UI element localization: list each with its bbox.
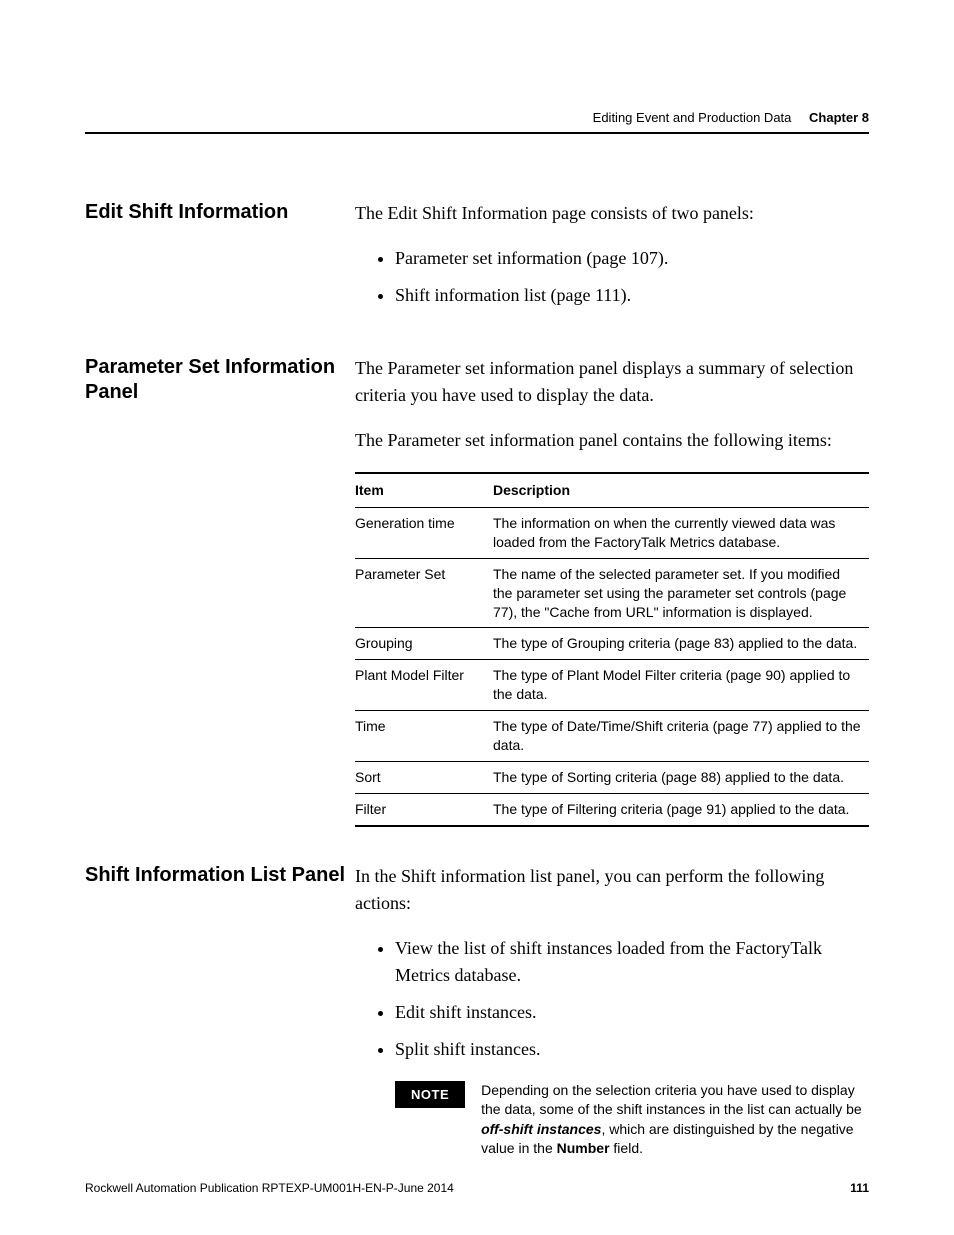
section-parameter-set-information-panel: Parameter Set Information Panel The Para…	[85, 355, 869, 827]
table-row: Sort The type of Sorting criteria (page …	[355, 761, 869, 793]
table-cell-item: Time	[355, 711, 493, 762]
table-cell-description: The name of the selected parameter set. …	[493, 558, 869, 628]
table-cell-description: The type of Date/Time/Shift criteria (pa…	[493, 711, 869, 762]
table-cell-description: The type of Filtering criteria (page 91)…	[493, 793, 869, 825]
bullet-list: View the list of shift instances loaded …	[355, 935, 869, 1063]
table-cell-item: Filter	[355, 793, 493, 825]
list-item: Split shift instances.	[395, 1036, 869, 1063]
section-heading: Parameter Set Information Panel	[85, 355, 355, 405]
paragraph: The Parameter set information panel cont…	[355, 427, 869, 454]
table-row: Plant Model Filter The type of Plant Mod…	[355, 660, 869, 711]
table-cell-item: Generation time	[355, 508, 493, 559]
section-body: The Parameter set information panel disp…	[355, 355, 869, 827]
note-text-post: field.	[610, 1140, 643, 1156]
running-head-title: Editing Event and Production Data	[593, 110, 792, 125]
note-text: Depending on the selection criteria you …	[481, 1081, 869, 1159]
table-row: Grouping The type of Grouping criteria (…	[355, 628, 869, 660]
table-cell-item: Plant Model Filter	[355, 660, 493, 711]
note-text-pre: Depending on the selection criteria you …	[481, 1082, 862, 1118]
list-item: View the list of shift instances loaded …	[395, 935, 869, 989]
section-shift-information-list-panel: Shift Information List Panel In the Shif…	[85, 863, 869, 1159]
list-item: Edit shift instances.	[395, 999, 869, 1026]
note: NOTE Depending on the selection criteria…	[395, 1081, 869, 1159]
table-header-item: Item	[355, 473, 493, 508]
table-cell-item: Sort	[355, 761, 493, 793]
items-table: Item Description Generation time The inf…	[355, 472, 869, 827]
page: Editing Event and Production Data Chapte…	[0, 0, 954, 1235]
content: Edit Shift Information The Edit Shift In…	[85, 200, 869, 1159]
section-edit-shift-information: Edit Shift Information The Edit Shift In…	[85, 200, 869, 327]
note-emphasis-off-shift: off-shift instances	[481, 1121, 601, 1137]
table-header-row: Item Description	[355, 473, 869, 508]
table-row: Time The type of Date/Time/Shift criteri…	[355, 711, 869, 762]
intro-paragraph: The Edit Shift Information page consists…	[355, 200, 869, 227]
table-cell-description: The type of Plant Model Filter criteria …	[493, 660, 869, 711]
section-body: In the Shift information list panel, you…	[355, 863, 869, 1159]
list-item: Shift information list (page 111).	[395, 282, 869, 309]
footer-publication: Rockwell Automation Publication RPTEXP-U…	[85, 1181, 454, 1195]
table-cell-item: Parameter Set	[355, 558, 493, 628]
footer: Rockwell Automation Publication RPTEXP-U…	[85, 1181, 869, 1195]
running-head: Editing Event and Production Data Chapte…	[593, 110, 869, 125]
table-cell-item: Grouping	[355, 628, 493, 660]
section-heading: Edit Shift Information	[85, 200, 355, 225]
table-row: Generation time The information on when …	[355, 508, 869, 559]
paragraph: The Parameter set information panel disp…	[355, 355, 869, 409]
table-row: Parameter Set The name of the selected p…	[355, 558, 869, 628]
header-rule	[85, 132, 869, 134]
section-body: The Edit Shift Information page consists…	[355, 200, 869, 327]
table-cell-description: The information on when the currently vi…	[493, 508, 869, 559]
table-row: Filter The type of Filtering criteria (p…	[355, 793, 869, 825]
bullet-list: Parameter set information (page 107). Sh…	[355, 245, 869, 309]
running-head-chapter: Chapter 8	[809, 110, 869, 125]
footer-page-number: 111	[850, 1181, 869, 1195]
list-item: Parameter set information (page 107).	[395, 245, 869, 272]
table-cell-description: The type of Grouping criteria (page 83) …	[493, 628, 869, 660]
table-header-description: Description	[493, 473, 869, 508]
section-heading: Shift Information List Panel	[85, 863, 355, 888]
note-emphasis-number: Number	[557, 1140, 610, 1156]
note-badge: NOTE	[395, 1081, 465, 1109]
table-cell-description: The type of Sorting criteria (page 88) a…	[493, 761, 869, 793]
intro-paragraph: In the Shift information list panel, you…	[355, 863, 869, 917]
